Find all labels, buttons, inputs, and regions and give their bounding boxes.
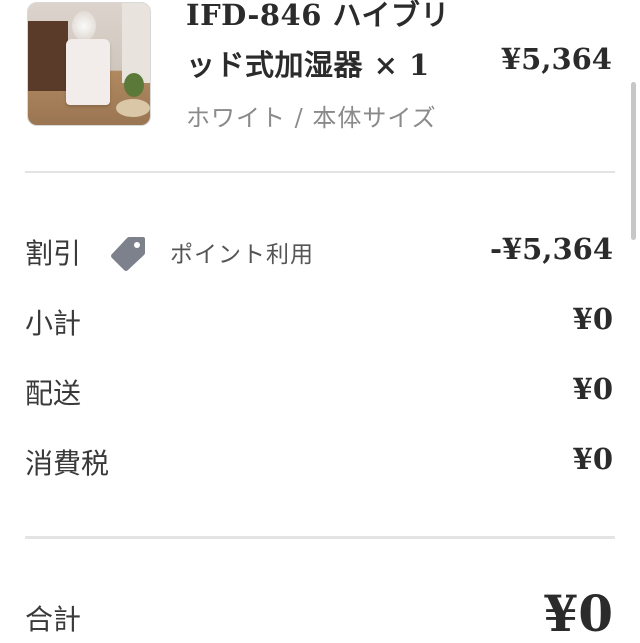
image-steam (72, 11, 96, 41)
shipping-row: 配送 ¥0 (25, 372, 613, 412)
total-row: 合計 ¥0 (25, 584, 613, 643)
discount-label: 割引 (25, 237, 82, 270)
discount-code: ポイント利用 (170, 242, 314, 268)
discount-value: -¥5,364 (489, 232, 613, 266)
total-label: 合計 (25, 603, 82, 636)
product-title: IFD-846 ハイブリッド式加湿器 × 1 (186, 0, 450, 82)
tax-value: ¥0 (572, 442, 613, 476)
tax-row: 消費税 ¥0 (25, 442, 613, 482)
tax-label: 消費税 (25, 447, 110, 480)
subtotal-value: ¥0 (572, 302, 613, 336)
product-price: ¥5,364 (501, 42, 612, 76)
divider (25, 536, 615, 539)
shipping-value: ¥0 (572, 372, 613, 406)
subtotal-row: 小計 ¥0 (25, 302, 613, 342)
divider (25, 171, 615, 173)
image-rug (116, 99, 150, 117)
product-variant: ホワイト / 本体サイズ (186, 104, 437, 132)
image-humidifier (66, 39, 110, 105)
shipping-label: 配送 (25, 377, 82, 410)
image-window (122, 3, 150, 83)
total-value: ¥0 (543, 584, 613, 643)
image-plant (124, 73, 144, 97)
product-image (27, 2, 151, 126)
tag-icon (111, 237, 145, 271)
image-shelf (28, 21, 68, 91)
subtotal-label: 小計 (25, 307, 82, 340)
discount-row: 割引 ポイント利用 -¥5,364 (25, 232, 613, 272)
scrollbar[interactable] (631, 82, 636, 240)
